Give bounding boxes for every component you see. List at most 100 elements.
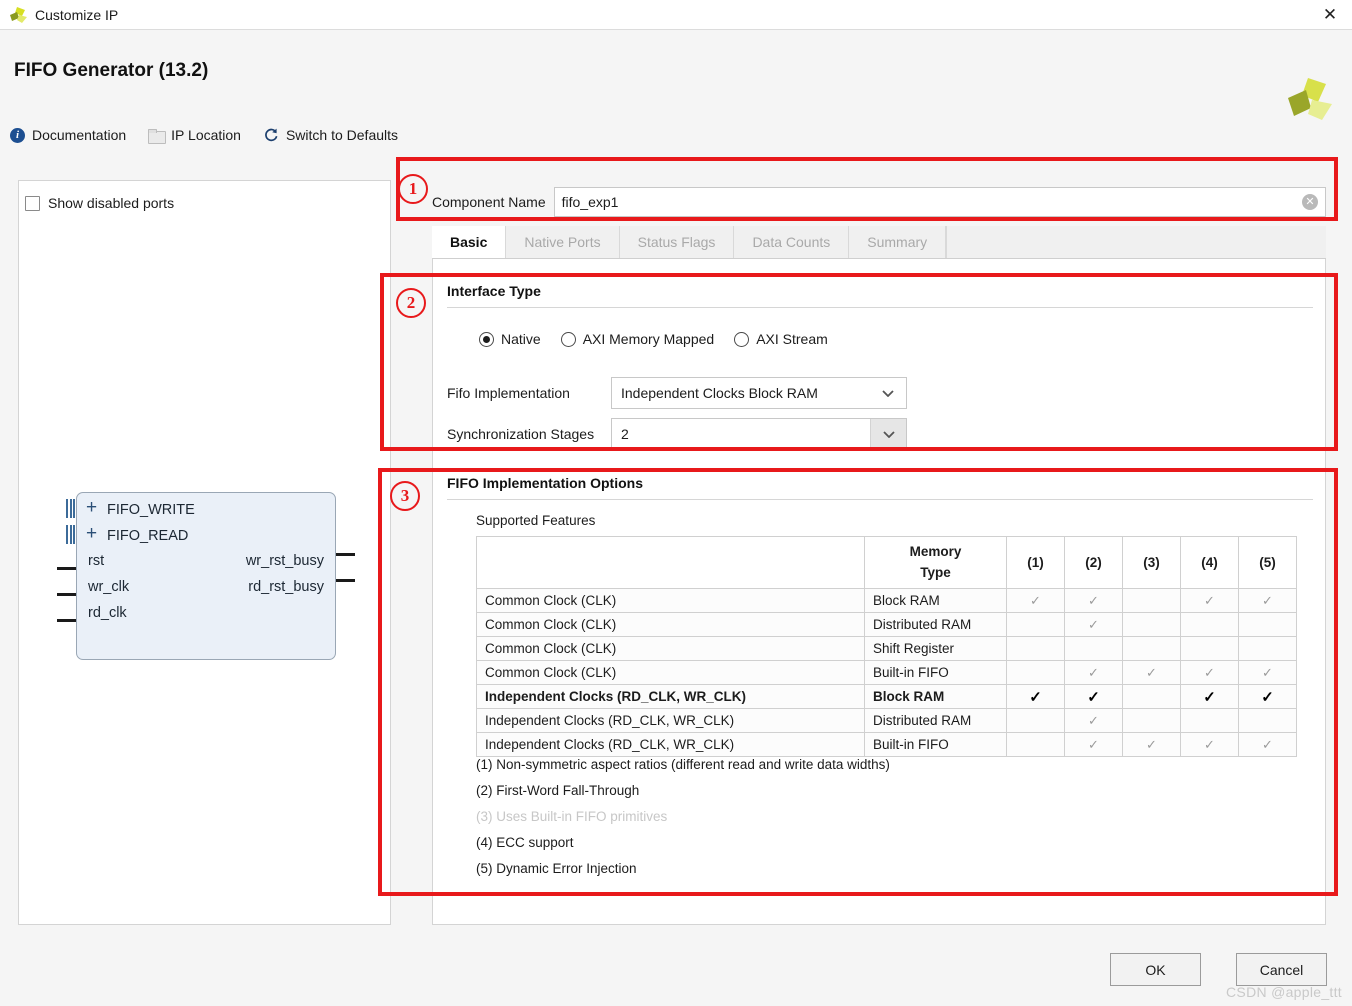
- tab-basic[interactable]: Basic: [432, 226, 507, 258]
- ok-button[interactable]: OK: [1110, 953, 1201, 986]
- radio-native-label: Native: [501, 331, 541, 347]
- cell-feature-support-4: [1180, 636, 1239, 661]
- table-body: Common Clock (CLK) Block RAM ✓ ✓ ✓ ✓ Common Cl…: [476, 588, 1297, 757]
- table-row: Common Clock (CLK) Block RAM ✓ ✓ ✓ ✓: [476, 588, 1297, 613]
- pin-wr-clk: [57, 593, 76, 596]
- footnote-2: (2) First-Word Fall-Through: [476, 782, 640, 798]
- tab-data-counts-label: Data Counts: [752, 234, 831, 250]
- bus-icon-fifo-read: [66, 525, 75, 544]
- fifo-implementation-row: Fifo Implementation Independent Clocks B…: [447, 377, 907, 409]
- cell-feature-support-4: [1180, 612, 1239, 637]
- cell-feature-support-1: ✓: [1006, 684, 1065, 709]
- radio-native-icon: [479, 331, 494, 347]
- fifo-implementation-select[interactable]: Independent Clocks Block RAM: [611, 377, 907, 409]
- switch-to-defaults-button[interactable]: Switch to Defaults: [263, 124, 398, 146]
- xilinx-brand-logo-icon: [1284, 76, 1334, 124]
- cell-feature-support-2: ✓: [1064, 660, 1123, 685]
- interface-type-title: Interface Type: [447, 283, 541, 299]
- tab-basic-label: Basic: [450, 234, 488, 250]
- cell-feature-support-2: ✓: [1064, 708, 1123, 733]
- basic-tab-pane: Interface Type Native AXI Memory Mapped …: [432, 259, 1326, 925]
- cell-feature: Common Clock (CLK): [476, 612, 865, 637]
- refresh-icon: [263, 127, 279, 143]
- table-header-row: Memory Type (1) (2) (3) (4) (5): [476, 536, 1297, 589]
- port-label-fifo-write: FIFO_WRITE: [107, 502, 195, 518]
- component-name-row: Component Name fifo_exp1 ✕: [432, 186, 1326, 218]
- checkbox-box-icon: [25, 195, 40, 211]
- tab-summary-label: Summary: [867, 234, 928, 250]
- col-header-4: (4): [1180, 536, 1239, 589]
- page-title: FIFO Generator (13.2): [14, 60, 209, 81]
- watermark: CSDN @apple_ttt: [1226, 984, 1342, 1000]
- bus-icon-fifo-write: [66, 499, 75, 518]
- expand-plus-icon-fifo-write[interactable]: +: [86, 498, 97, 517]
- tab-status-flags[interactable]: Status Flags: [619, 226, 735, 258]
- close-icon[interactable]: ✕: [1308, 0, 1352, 29]
- cell-feature-support-1: [1006, 612, 1065, 637]
- cell-feature-support-4: ✓: [1180, 732, 1239, 757]
- cell-feature-support-2: [1064, 636, 1123, 661]
- footnote-1: (1) Non-symmetric aspect ratios (differe…: [476, 756, 890, 772]
- cell-feature-support-3: [1122, 588, 1181, 613]
- cell-memory-type: Distributed RAM: [864, 708, 1007, 733]
- cell-feature-support-3: [1122, 612, 1181, 637]
- clear-circle-icon[interactable]: ✕: [1302, 194, 1318, 210]
- cell-feature-support-3: [1122, 684, 1181, 709]
- cancel-button[interactable]: Cancel: [1236, 953, 1327, 986]
- cell-feature-support-1: [1006, 636, 1065, 661]
- cell-feature-support-5: [1238, 708, 1297, 733]
- fifo-implementation-options-divider: [447, 499, 1313, 500]
- show-disabled-ports-checkbox[interactable]: Show disabled ports: [25, 195, 174, 211]
- cell-feature: Common Clock (CLK): [476, 660, 865, 685]
- pin-rd-clk: [57, 619, 76, 622]
- component-name-value: fifo_exp1: [561, 194, 619, 210]
- expand-plus-icon-fifo-read[interactable]: +: [86, 524, 97, 543]
- tab-bar-filler: [946, 226, 1326, 258]
- cell-feature-support-3: [1122, 636, 1181, 661]
- documentation-button[interactable]: i Documentation: [10, 124, 126, 146]
- col-header-3: (3): [1122, 536, 1181, 589]
- col-header-memory-line2: Type: [920, 564, 951, 580]
- ip-location-button[interactable]: IP Location: [148, 124, 241, 146]
- header-toolbar: i Documentation IP Location Switch to De…: [10, 124, 420, 146]
- radio-axi-stream[interactable]: AXI Stream: [734, 331, 828, 347]
- table-row: Common Clock (CLK) Built-in FIFO ✓ ✓ ✓ ✓: [476, 660, 1297, 685]
- cell-memory-type: Block RAM: [864, 588, 1007, 613]
- cell-feature-support-3: [1122, 708, 1181, 733]
- ok-button-label: OK: [1145, 961, 1166, 978]
- cell-feature-support-2: ✓: [1064, 612, 1123, 637]
- port-label-fifo-read: FIFO_READ: [107, 528, 189, 544]
- cell-feature-support-5: [1238, 636, 1297, 661]
- component-name-input[interactable]: fifo_exp1 ✕: [553, 187, 1326, 217]
- tab-native-ports[interactable]: Native Ports: [506, 226, 620, 258]
- ip-symbol-panel: Show disabled ports + FIFO_WRITE + FIFO_…: [18, 180, 391, 925]
- synchronization-stages-select[interactable]: 2: [611, 418, 907, 450]
- tab-data-counts[interactable]: Data Counts: [734, 226, 850, 258]
- col-header-feature: [476, 536, 865, 589]
- port-label-wr-rst-busy: wr_rst_busy: [245, 553, 324, 569]
- table-row: Independent Clocks (RD_CLK, WR_CLK) Distr…: [476, 708, 1297, 733]
- dialog-header: FIFO Generator (13.2) i Documentation IP…: [0, 30, 1352, 151]
- tab-bar: Basic Native Ports Status Flags Data Cou…: [432, 226, 1326, 259]
- footnote-3: (3) Uses Built-in FIFO primitives: [476, 808, 668, 824]
- radio-axi-stream-label: AXI Stream: [756, 331, 828, 347]
- ip-location-label: IP Location: [171, 127, 241, 143]
- documentation-label: Documentation: [32, 127, 127, 143]
- cell-feature-support-1: [1006, 708, 1065, 733]
- tab-summary[interactable]: Summary: [849, 226, 947, 258]
- footnote-4: (4) ECC support: [476, 834, 574, 850]
- window-title-bar: Customize IP ✕: [0, 0, 1352, 29]
- show-disabled-ports-label: Show disabled ports: [48, 195, 175, 211]
- radio-native[interactable]: Native: [479, 331, 541, 347]
- radio-axi-stream-icon: [734, 331, 750, 347]
- cell-feature-support-5: ✓: [1238, 732, 1297, 757]
- switch-to-defaults-label: Switch to Defaults: [285, 127, 399, 143]
- port-label-wr-clk: wr_clk: [88, 579, 130, 595]
- col-header-5: (5): [1238, 536, 1297, 589]
- radio-axi-memory-mapped[interactable]: AXI Memory Mapped: [560, 331, 714, 347]
- cell-feature-support-2: ✓: [1064, 684, 1123, 709]
- annotation-marker-2: 2: [396, 288, 426, 318]
- cell-memory-type: Built-in FIFO: [864, 660, 1007, 685]
- port-label-rd-rst-busy: rd_rst_busy: [248, 579, 324, 595]
- cell-feature-support-4: ✓: [1180, 684, 1239, 709]
